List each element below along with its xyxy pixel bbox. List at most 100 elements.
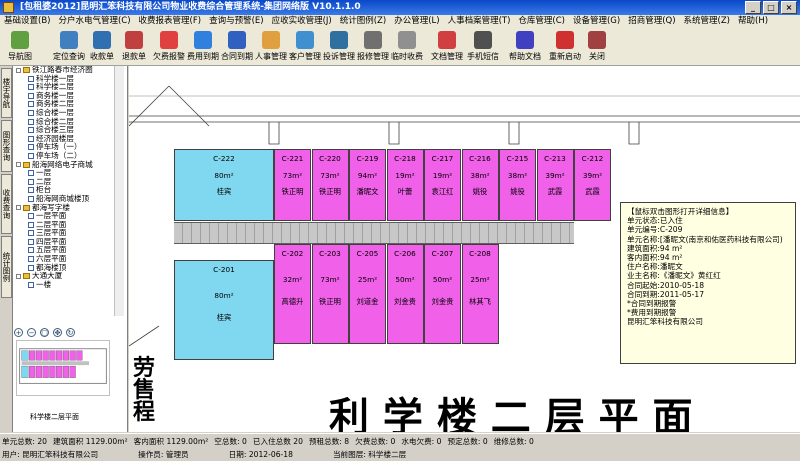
room-tenant: 潘昵文: [356, 187, 379, 196]
menu-item[interactable]: 人事档案管理(T): [448, 15, 511, 28]
tree-item[interactable]: 船海网络电子商城: [14, 160, 114, 170]
toolbar-button[interactable]: 手机短信: [466, 29, 500, 65]
room-area: 73m²: [320, 171, 340, 180]
tooltip-line: 业主名称:《潘昵文》黄红红: [627, 271, 721, 281]
room-c-212[interactable]: C-212 39m² 武霞: [574, 149, 611, 221]
menu-item[interactable]: 统计图例(Z): [340, 15, 386, 28]
toolbar-button[interactable]: 文档管理: [430, 29, 464, 65]
vtab[interactable]: 楼宇导航: [1, 68, 12, 118]
status-field: 预租总数: 8: [308, 437, 350, 446]
menu-item[interactable]: 收费报表管理(F): [139, 15, 202, 28]
room-c-207[interactable]: C-207 50m² 刘金贵: [424, 244, 461, 344]
expand-icon[interactable]: [16, 205, 21, 210]
folder-icon: [23, 67, 30, 73]
arrears-alarm-icon: [160, 31, 178, 49]
menu-item[interactable]: 基础设置(B): [4, 15, 50, 28]
toolbar-button[interactable]: 投诉管理: [322, 29, 356, 65]
vtab[interactable]: 图形查询: [1, 120, 12, 172]
room-c-220[interactable]: C-220 73m² 铁正明: [311, 149, 349, 221]
receipt-icon: [93, 31, 111, 49]
room-id: C-216: [469, 154, 491, 163]
close-window-button[interactable]: ×: [781, 1, 797, 14]
mini-map[interactable]: [16, 340, 110, 396]
fit-icon[interactable]: □: [40, 327, 49, 337]
room-c-205[interactable]: C-205 25m² 刘道金: [349, 244, 386, 344]
room-c-206[interactable]: C-206 50m² 刘金贵: [386, 244, 424, 344]
room-c-208[interactable]: C-208 25m² 林其飞: [461, 244, 499, 344]
toolbar-button[interactable]: 客户管理: [288, 29, 322, 65]
menu-item[interactable]: 分户水电气管理(C): [58, 15, 130, 28]
toolbar-button[interactable]: 费用到期: [186, 29, 220, 65]
toolbar-button[interactable]: 导航图: [3, 29, 37, 65]
menu-item[interactable]: 应收实收管理(J): [272, 15, 332, 28]
room-c-217[interactable]: C-217 19m² 袁江红: [424, 149, 461, 221]
floor-icon: [28, 127, 34, 134]
menu-item[interactable]: 办公管理(L): [394, 15, 439, 28]
room-c-222[interactable]: C-222 80m² 桂宾: [174, 149, 274, 221]
zoom-in-icon[interactable]: +: [14, 327, 23, 337]
room-tenant: 铁正明: [319, 187, 341, 196]
room-c-221[interactable]: C-221 73m² 铁正明: [274, 149, 311, 221]
expand-icon[interactable]: [16, 273, 21, 279]
tree-item[interactable]: 一层: [14, 168, 114, 178]
locate-search-icon: [60, 31, 78, 49]
zoom-out-icon[interactable]: −: [27, 327, 36, 337]
menu-item[interactable]: 仓库管理(C): [518, 15, 565, 28]
toolbar-button[interactable]: 报修管理: [356, 29, 390, 65]
floor-icon: [28, 135, 34, 142]
refresh-icon[interactable]: ↻: [66, 327, 75, 337]
tree-item[interactable]: 大通大厦: [14, 271, 114, 281]
toolbar-button[interactable]: 合同到期: [220, 29, 254, 65]
minimize-button[interactable]: _: [745, 1, 761, 14]
room-area: 39m²: [582, 171, 603, 180]
customer-icon: [296, 31, 314, 49]
toolbar-button[interactable]: 欠费报警: [152, 29, 186, 65]
floor-icon: [28, 238, 34, 245]
maximize-button[interactable]: □: [763, 1, 779, 14]
minimap-caption: 科学楼二层平面: [30, 413, 79, 421]
vtab[interactable]: 统计图例: [1, 236, 12, 298]
expand-icon[interactable]: [16, 162, 21, 168]
tree-item[interactable]: 二层: [14, 177, 114, 187]
tree-item[interactable]: 都海楼顶: [14, 263, 114, 273]
status-field: 单元总数: 20: [2, 437, 48, 446]
toolbar-button[interactable]: 帮助文档: [508, 29, 542, 65]
toolbar-button[interactable]: 定位查询: [52, 29, 86, 65]
room-c-218[interactable]: C-218 19m² 叶蕾: [386, 149, 424, 221]
floor-icon: [28, 187, 34, 194]
floor-plan[interactable]: 利 学 楼 二 层 平 面 C-222 80m² 桂宾 C-221 73m² 铁正明 C-2…: [129, 66, 800, 432]
room-area: 50m²: [432, 275, 453, 284]
menu-item[interactable]: 查询与预警(E): [209, 15, 264, 28]
expand-icon[interactable]: [16, 67, 21, 73]
pan-icon[interactable]: ✥: [53, 327, 62, 337]
menu-item[interactable]: 设备管理(G): [573, 15, 620, 28]
tree-scrollbar[interactable]: [114, 66, 124, 316]
toolbar-label: 退款单: [122, 52, 146, 61]
toolbar-button[interactable]: 重新启动: [548, 29, 582, 65]
toolbar-button[interactable]: 临时收费: [390, 29, 424, 65]
room-c-219[interactable]: C-219 94m² 潘昵文: [349, 149, 386, 221]
menu-item[interactable]: 招商管理(Q): [628, 15, 675, 28]
status-field: 已入住总数 20: [252, 437, 303, 446]
toolbar-button[interactable]: 退款单: [117, 29, 151, 65]
toolbar-button[interactable]: 关闭: [580, 29, 614, 65]
status-row-2: 用户: 昆明汇笨科技有限公司 操作员: 管理员 日期: 2012-06-18 当前图层…: [2, 448, 446, 461]
status-field: 当前图层: 科学楼二层: [332, 450, 407, 459]
room-c-213[interactable]: C-213 39m² 武霞: [536, 149, 574, 221]
floor-icon: [28, 92, 34, 99]
status-field: 建筑面积 1129.00m²: [53, 437, 128, 446]
folder-icon: [23, 161, 30, 168]
room-c-215[interactable]: C-215 38m² 姚役: [499, 149, 536, 221]
room-c-216[interactable]: C-216 38m² 姚役: [461, 149, 499, 221]
room-c-201[interactable]: C-201 80m² 桂宾: [174, 260, 274, 360]
room-tenant: 叶蕾: [397, 187, 413, 196]
room-c-203[interactable]: C-203 73m² 铁正明: [311, 244, 349, 344]
vtab[interactable]: 收费查询: [1, 174, 12, 234]
menu-item[interactable]: 系统管理(Z): [684, 15, 730, 28]
menu-item[interactable]: 帮助(H): [738, 15, 768, 28]
room-id: C-221: [281, 154, 304, 163]
toolbar-button[interactable]: 收款单: [85, 29, 119, 65]
room-c-202[interactable]: C-202 32m² 高德升: [274, 244, 311, 344]
tree-item[interactable]: 一楼: [14, 280, 114, 290]
toolbar-button[interactable]: 人事管理: [254, 29, 288, 65]
